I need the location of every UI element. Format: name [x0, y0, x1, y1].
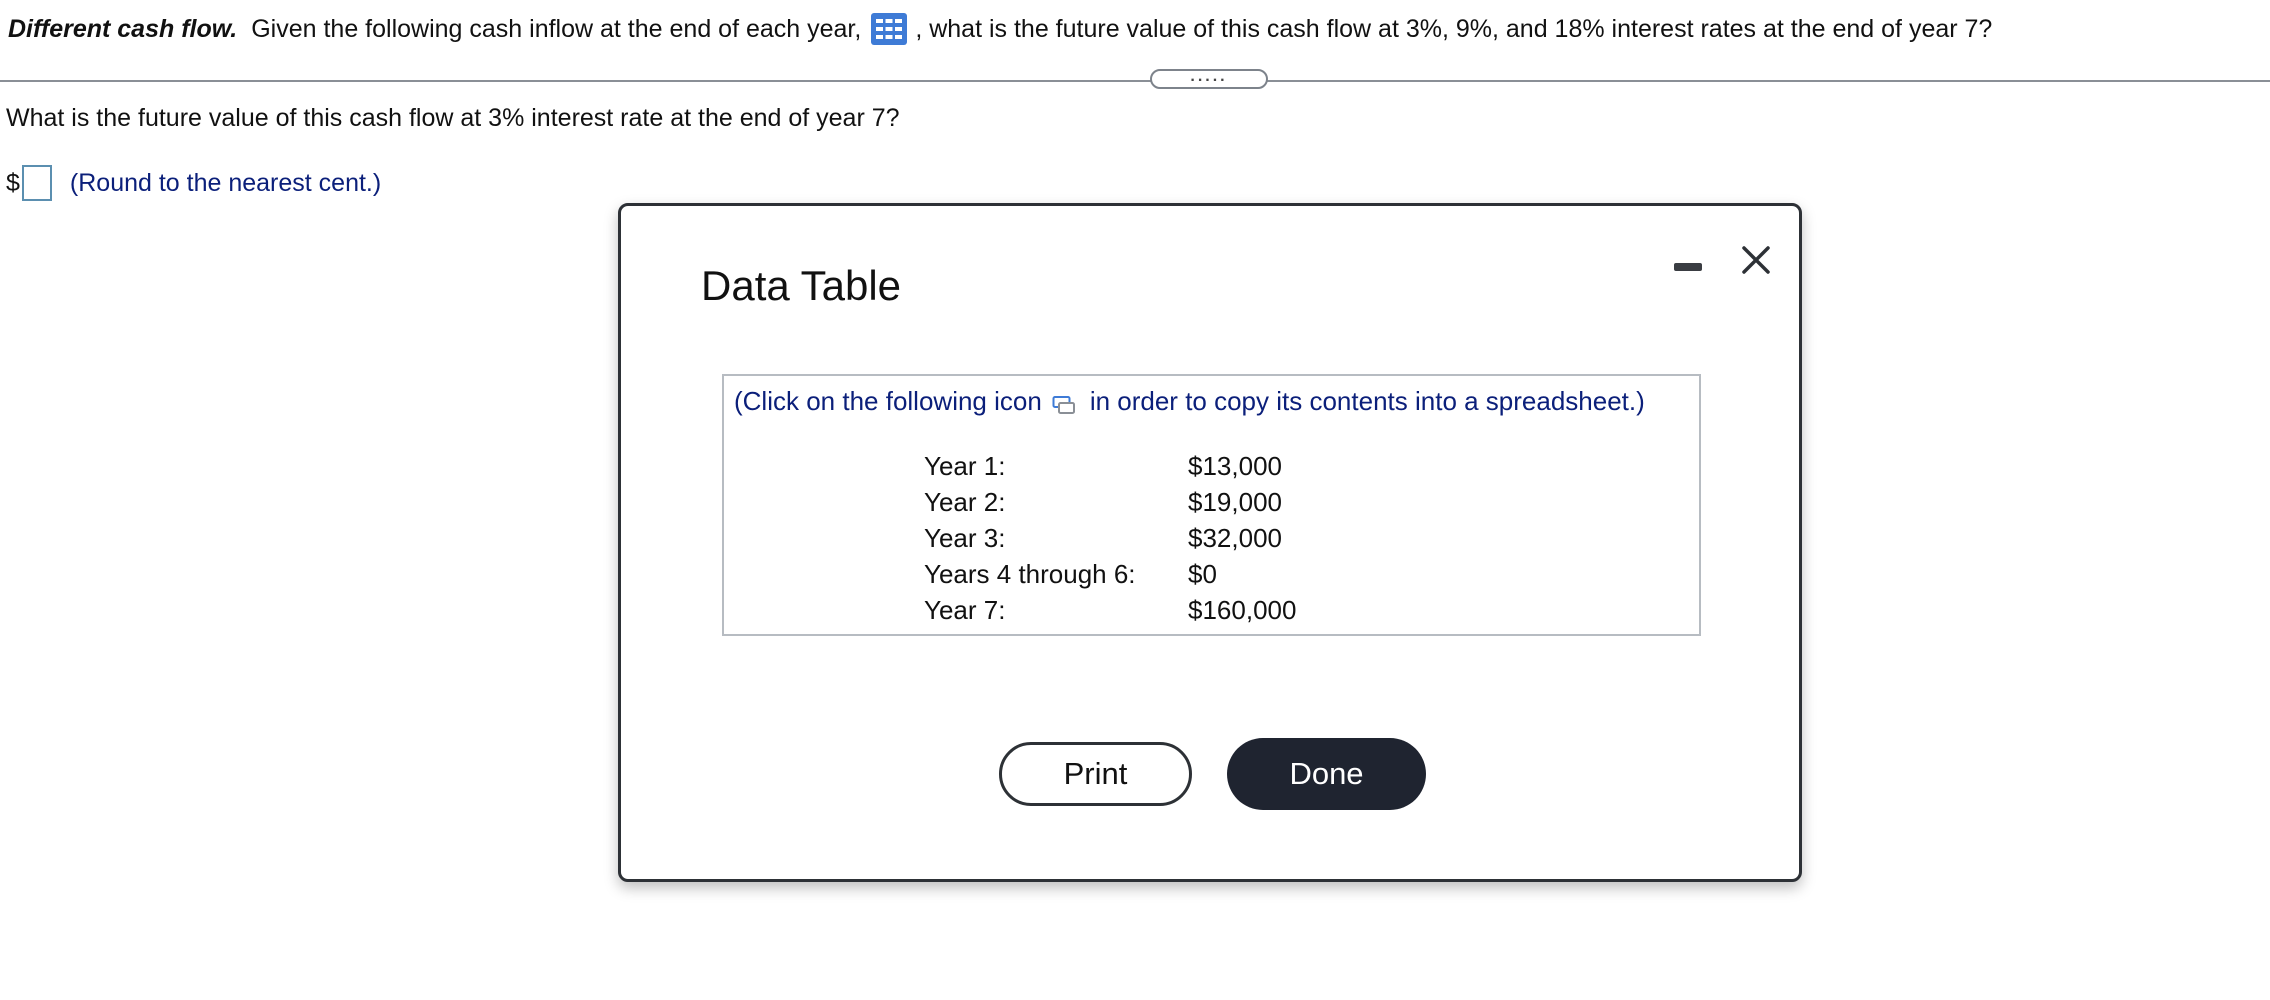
- table-row: Year 7: $160,000: [924, 592, 1388, 628]
- row-label: Year 3:: [924, 523, 1006, 553]
- pane-divider: [0, 80, 2270, 82]
- question-text: Different cash flow. Given the following…: [8, 11, 2258, 47]
- divider-handle[interactable]: .....: [1150, 69, 1268, 89]
- row-value: $160,000: [1188, 595, 1297, 625]
- answer-input[interactable]: [21, 165, 52, 201]
- question-text-after-icon: , what is the future value of this cash …: [915, 15, 1993, 43]
- done-button[interactable]: Done: [1227, 738, 1426, 810]
- row-label: Year 2:: [924, 487, 1006, 517]
- print-button[interactable]: Print: [999, 742, 1192, 806]
- copy-note-after-icon: in order to copy its contents into a spr…: [1089, 386, 1645, 416]
- row-label: Years 4 through 6:: [924, 559, 1136, 589]
- question-title: Different cash flow.: [8, 15, 238, 43]
- copy-note-before-icon: (Click on the following icon: [734, 386, 1042, 416]
- rounding-hint: (Round to the nearest cent.): [69, 168, 382, 197]
- row-value: $19,000: [1188, 487, 1282, 517]
- grid-table-icon[interactable]: [871, 13, 908, 45]
- dialog-title: Data Table: [701, 262, 902, 309]
- minimize-icon[interactable]: [1674, 253, 1704, 279]
- copy-spreadsheet-icon[interactable]: [1052, 390, 1076, 414]
- close-icon[interactable]: [1736, 240, 1776, 280]
- row-label: Year 1:: [924, 451, 1006, 481]
- copy-instruction: (Click on the following icon in order to…: [734, 384, 1645, 418]
- row-value: $13,000: [1188, 451, 1282, 481]
- question-text-before-icon: Given the following cash inflow at the e…: [251, 15, 862, 43]
- answer-row: $ (Round to the nearest cent.): [6, 163, 381, 203]
- row-value: $0: [1188, 559, 1217, 589]
- table-row: Year 3: $32,000: [924, 520, 1388, 556]
- currency-symbol: $: [6, 168, 20, 197]
- row-label: Year 7:: [924, 595, 1006, 625]
- table-row: Year 2: $19,000: [924, 484, 1388, 520]
- data-table-box: (Click on the following icon in order to…: [722, 374, 1701, 636]
- table-row: Years 4 through 6: $0: [924, 556, 1388, 592]
- data-table-dialog: Data Table (Click on the following icon …: [618, 203, 1802, 882]
- cash-flow-table: Year 1: $13,000 Year 2: $19,000 Year 3: …: [924, 448, 1388, 628]
- row-value: $32,000: [1188, 523, 1282, 553]
- table-row: Year 1: $13,000: [924, 448, 1388, 484]
- subquestion-text: What is the future value of this cash fl…: [6, 104, 900, 132]
